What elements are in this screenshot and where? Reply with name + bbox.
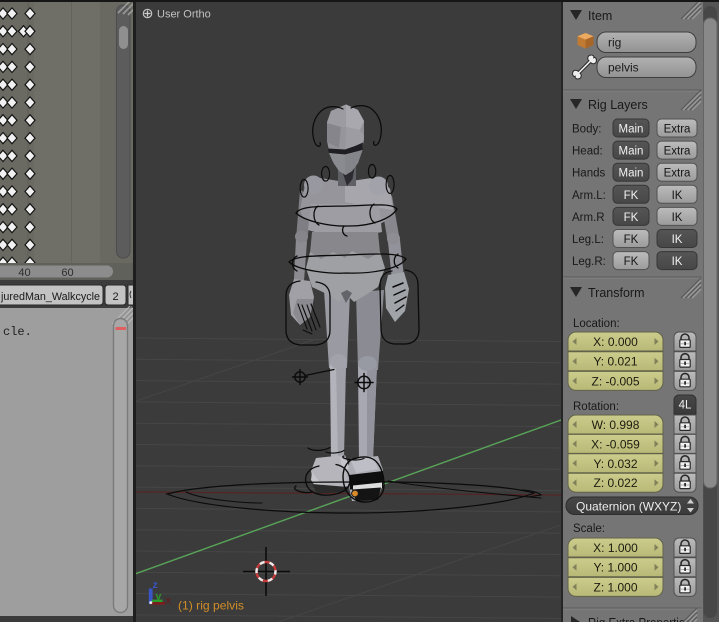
svg-text:IK: IK: [672, 256, 683, 268]
svg-text:X: -0.059: X: -0.059: [591, 437, 640, 451]
svg-text:Hands: Hands: [572, 168, 605, 180]
svg-text:Z: -0.005: Z: -0.005: [591, 374, 639, 388]
svg-text:FK: FK: [624, 256, 639, 268]
svg-text:Location:: Location:: [573, 318, 620, 330]
svg-text:IK: IK: [672, 234, 683, 246]
svg-text:Z: 0.022: Z: 0.022: [593, 476, 637, 490]
svg-text:Y: 1.000: Y: 1.000: [593, 561, 637, 575]
svg-text:User Ortho: User Ortho: [157, 9, 211, 21]
svg-text:Rotation:: Rotation:: [573, 401, 619, 413]
svg-text:juredMan_Walkcycle: juredMan_Walkcycle: [0, 291, 100, 303]
svg-text:4L: 4L: [679, 400, 692, 412]
svg-text:x: x: [166, 596, 172, 607]
svg-text:Quaternion (WXYZ): Quaternion (WXYZ): [576, 500, 681, 514]
svg-text:Head:: Head:: [572, 146, 603, 158]
svg-text:40: 40: [18, 267, 30, 279]
svg-text:FK: FK: [624, 234, 639, 246]
svg-text:Rig Extra Properties: Rig Extra Properties: [588, 616, 691, 622]
svg-text:X: 1.000: X: 1.000: [593, 541, 638, 555]
svg-text:FK: FK: [624, 190, 639, 202]
svg-text:Arm.R: Arm.R: [572, 212, 605, 224]
svg-text:pelvis: pelvis: [608, 61, 639, 75]
svg-text:Rig Layers: Rig Layers: [588, 98, 648, 112]
svg-text:Extra: Extra: [664, 124, 691, 136]
svg-text:cle.: cle.: [3, 325, 32, 339]
svg-text:Leg.L:: Leg.L:: [572, 234, 604, 246]
svg-text:W: 0.998: W: 0.998: [592, 418, 640, 432]
svg-text:(1) rig pelvis: (1) rig pelvis: [178, 599, 244, 613]
svg-text:z: z: [153, 579, 158, 591]
svg-text:Body:: Body:: [572, 124, 601, 136]
svg-text:Arm.L:: Arm.L:: [572, 190, 606, 202]
svg-text:y: y: [156, 591, 162, 603]
svg-text:Y: 0.021: Y: 0.021: [593, 355, 637, 369]
svg-text:Extra: Extra: [664, 168, 691, 180]
svg-text:Y: 0.032: Y: 0.032: [593, 457, 637, 471]
svg-text:X: 0.000: X: 0.000: [593, 335, 638, 349]
svg-text:Scale:: Scale:: [573, 523, 605, 535]
svg-text:Main: Main: [619, 168, 644, 180]
svg-text:Main: Main: [619, 124, 644, 136]
svg-text:2: 2: [112, 291, 118, 303]
svg-text:IK: IK: [672, 212, 683, 224]
svg-text:Z: 1.000: Z: 1.000: [593, 580, 637, 594]
svg-text:Transform: Transform: [588, 286, 645, 300]
svg-text:Item: Item: [588, 9, 612, 23]
svg-text:IK: IK: [672, 190, 683, 202]
svg-text:Main: Main: [619, 146, 644, 158]
svg-text:rig: rig: [608, 36, 621, 50]
svg-text:Leg.R:: Leg.R:: [572, 256, 606, 268]
svg-text:Extra: Extra: [664, 146, 691, 158]
svg-text:60: 60: [61, 267, 73, 279]
svg-text:FK: FK: [624, 212, 639, 224]
